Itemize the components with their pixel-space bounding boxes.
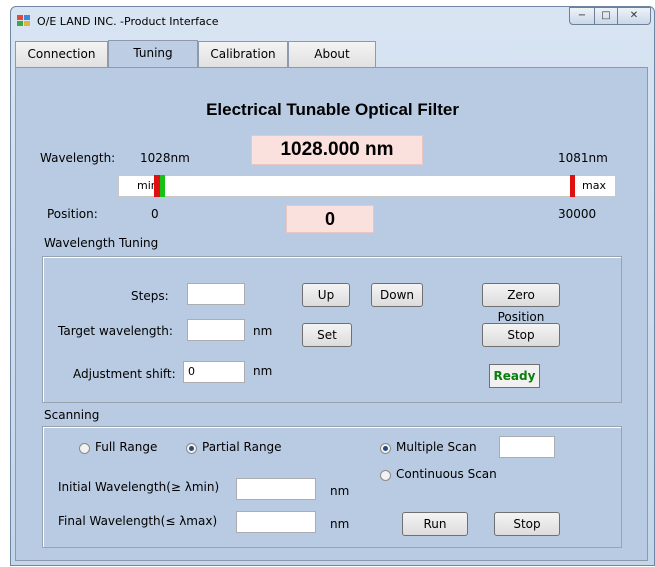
continuous-scan-label: Continuous Scan	[396, 467, 497, 481]
up-button[interactable]: Up	[302, 283, 350, 307]
run-button[interactable]: Run	[402, 512, 468, 536]
position-slider[interactable]: min max	[118, 175, 616, 197]
maximize-icon: □	[601, 10, 611, 21]
adjustment-shift-input[interactable]: 0	[183, 361, 245, 383]
tab-connection-label: Connection	[27, 47, 96, 61]
partial-range-label: Partial Range	[202, 440, 282, 454]
tuning-page: Electrical Tunable Optical Filter Wavele…	[15, 67, 648, 561]
adjustment-shift-label: Adjustment shift:	[73, 367, 176, 381]
minimize-icon: −	[577, 10, 587, 21]
app-icon	[17, 15, 31, 27]
position-min: 0	[151, 207, 159, 221]
slider-thumb[interactable]	[160, 175, 165, 197]
maximize-button[interactable]: □	[594, 7, 618, 25]
multiple-scan-count-input[interactable]	[499, 436, 555, 458]
scanning-group: Full Range Partial Range Multiple Scan C…	[42, 426, 622, 548]
continuous-scan-radio[interactable]	[380, 470, 391, 481]
tab-calibration-label: Calibration	[210, 47, 276, 61]
full-range-radio[interactable]	[79, 443, 90, 454]
position-display: 0	[286, 205, 374, 233]
title-bar: O/E LAND INC. -Product Interface − □ ✕	[11, 7, 654, 39]
partial-range-radio[interactable]	[186, 443, 197, 454]
wavelength-tuning-title: Wavelength Tuning	[44, 236, 159, 250]
minimize-button[interactable]: −	[569, 7, 595, 25]
position-max: 30000	[558, 207, 597, 221]
scan-stop-button[interactable]: Stop	[494, 512, 560, 536]
shift-unit: nm	[253, 364, 273, 378]
final-unit: nm	[330, 517, 350, 531]
tab-tuning-label: Tuning	[133, 46, 173, 60]
initial-wavelength-label: Initial Wavelength(≥ λmin)	[58, 480, 220, 494]
window-title: O/E LAND INC. -Product Interface	[37, 15, 219, 28]
status-badge: Ready	[489, 364, 540, 388]
target-wavelength-input[interactable]	[187, 319, 245, 341]
tab-about[interactable]: About	[288, 41, 376, 67]
down-button[interactable]: Down	[371, 283, 423, 307]
app-window: O/E LAND INC. -Product Interface − □ ✕ C…	[10, 6, 655, 566]
steps-label: Steps:	[131, 289, 169, 303]
wavelength-display: 1028.000 nm	[251, 135, 423, 165]
max-marker	[570, 175, 575, 197]
tab-connection[interactable]: Connection	[15, 41, 108, 67]
tuning-stop-button[interactable]: Stop	[482, 323, 560, 347]
initial-wavelength-input[interactable]	[236, 478, 316, 500]
wavelength-label: Wavelength:	[40, 151, 116, 165]
set-button[interactable]: Set	[302, 323, 352, 347]
close-button[interactable]: ✕	[617, 7, 651, 25]
close-icon: ✕	[629, 10, 639, 21]
position-label: Position:	[47, 207, 98, 221]
target-wavelength-label: Target wavelength:	[58, 324, 173, 338]
final-wavelength-label: Final Wavelength(≤ λmax)	[58, 514, 218, 528]
wavelength-max: 1081nm	[558, 151, 608, 165]
multiple-scan-label: Multiple Scan	[396, 440, 477, 454]
zero-position-button[interactable]: Zero Position	[482, 283, 560, 324]
tab-about-label: About	[314, 47, 350, 61]
wavelength-tuning-group: Steps: Target wavelength: nm Adjustment …	[42, 256, 622, 403]
target-unit: nm	[253, 324, 273, 338]
page-title: Electrical Tunable Optical Filter	[206, 100, 459, 119]
full-range-label: Full Range	[95, 440, 158, 454]
tab-tuning[interactable]: Tuning	[108, 40, 198, 68]
final-wavelength-input[interactable]	[236, 511, 316, 533]
wavelength-min: 1028nm	[140, 151, 190, 165]
multiple-scan-radio[interactable]	[380, 443, 391, 454]
initial-unit: nm	[330, 484, 350, 498]
steps-input[interactable]	[187, 283, 245, 305]
slider-max-label: max	[582, 179, 606, 192]
tab-calibration[interactable]: Calibration	[198, 41, 288, 67]
scanning-title: Scanning	[44, 408, 100, 422]
